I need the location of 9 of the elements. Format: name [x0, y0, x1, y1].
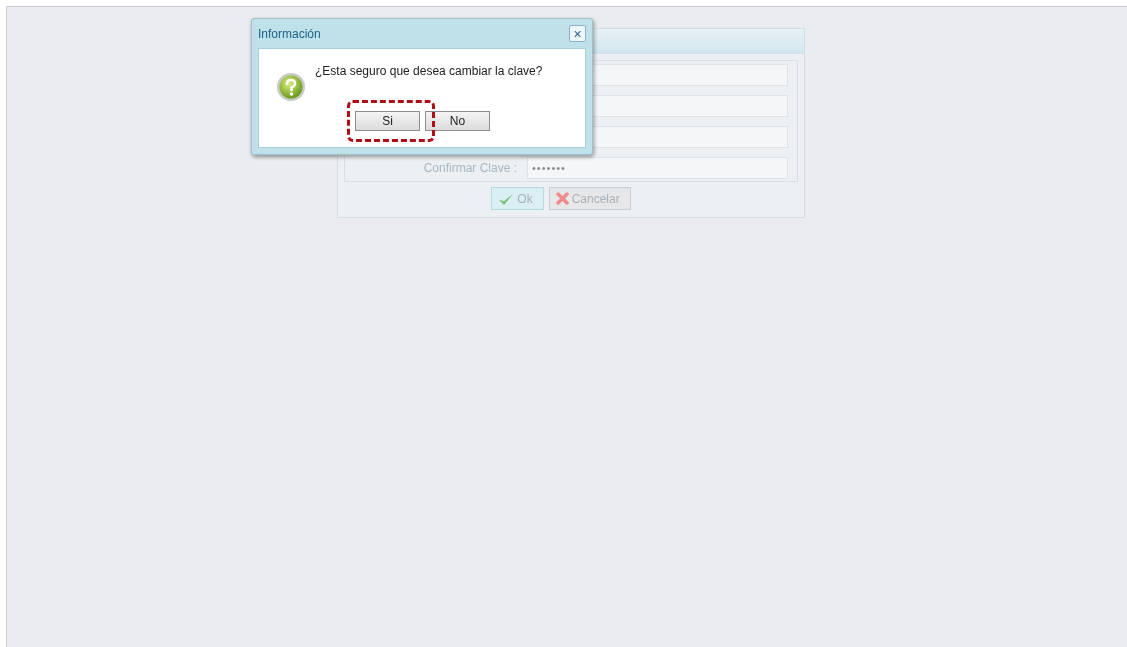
dialog-button[interactable]: Si — [355, 111, 420, 131]
field-label: Confirmar Clave : — [422, 160, 518, 175]
dialog-message: ¿Esta seguro que desea cambiar la clave? — [315, 64, 543, 80]
question-icon — [276, 72, 306, 102]
dialog-title: Información — [258, 26, 321, 41]
close-button[interactable]: × — [569, 25, 586, 42]
checkmark-icon — [498, 191, 515, 206]
dialog-button[interactable]: No — [425, 111, 490, 131]
cross-icon — [555, 192, 569, 205]
